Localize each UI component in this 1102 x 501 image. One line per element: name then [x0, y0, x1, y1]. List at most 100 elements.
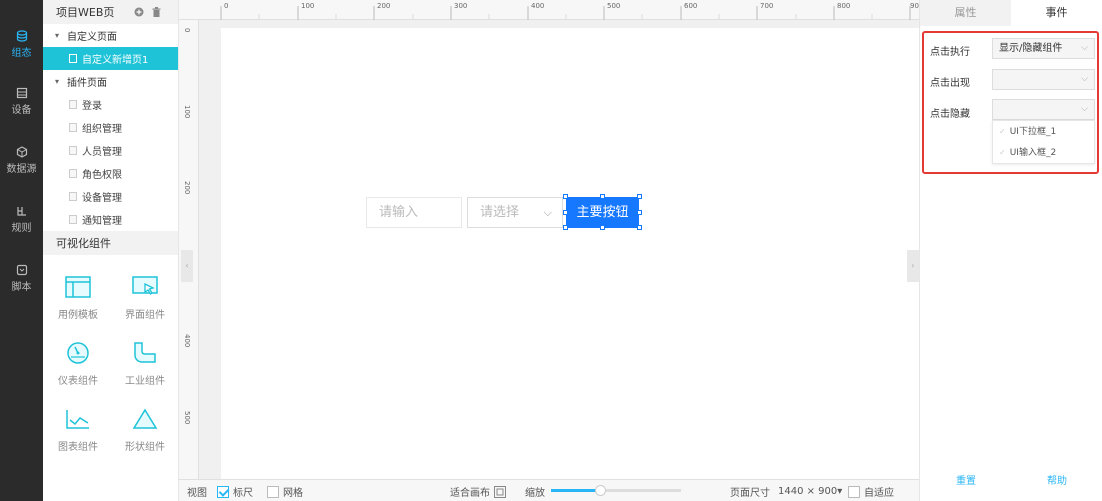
resize-handle[interactable] — [600, 194, 605, 199]
click-hide-select[interactable]: ⌵ — [992, 99, 1095, 120]
component-industrial[interactable]: 工业组件 — [111, 342, 179, 387]
template-icon — [65, 276, 91, 298]
component-label: 仪表组件 — [58, 376, 98, 387]
resize-handle[interactable] — [563, 225, 568, 230]
tree-item-label: 角色权限 — [82, 170, 122, 181]
click-show-select[interactable]: ⌵ — [992, 69, 1095, 90]
ruler-label: 500 — [607, 2, 621, 10]
ruler-checkbox[interactable] — [217, 485, 229, 498]
component-template[interactable]: 用例模板 — [44, 276, 112, 321]
reset-button[interactable]: 重置 — [956, 472, 976, 487]
page-tree-panel: 项目WEB页 ▾ 自定义页面 自定义新增页1 ▾ 插件页面 登录 组织管理 人员… — [43, 0, 179, 501]
tree-item-login[interactable]: 登录 — [43, 93, 178, 116]
zoom-label: 缩放 — [525, 488, 545, 499]
component-label: 界面组件 — [125, 310, 165, 321]
design-canvas[interactable] — [221, 28, 919, 479]
component-ui[interactable]: 界面组件 — [111, 276, 179, 321]
resize-handle[interactable] — [600, 225, 605, 230]
ruler-label: 0 — [224, 2, 229, 10]
database-icon — [16, 30, 27, 42]
grid-checkbox[interactable] — [267, 485, 279, 498]
page-size-select[interactable]: 1440 × 900▾ — [778, 486, 842, 497]
add-icon[interactable] — [134, 7, 144, 17]
ruler-ticks — [220, 6, 911, 20]
auto-fit-checkbox[interactable] — [848, 485, 860, 498]
trash-icon[interactable] — [152, 7, 161, 17]
resize-handle[interactable] — [563, 194, 568, 199]
rail-item-datasource[interactable]: 数据源 — [0, 146, 43, 186]
component-label: 形状组件 — [125, 442, 165, 453]
rail-label: 数据源 — [6, 164, 37, 175]
rail-label: 规则 — [11, 223, 32, 234]
fit-canvas-button[interactable]: 适合画布 — [450, 484, 506, 499]
click-exec-label: 点击执行 — [930, 47, 970, 58]
component-chart[interactable]: 图表组件 — [44, 408, 112, 453]
click-hide-label: 点击隐藏 — [930, 109, 970, 120]
check-icon: ✓ — [999, 148, 1006, 157]
project-title: 项目WEB页 — [56, 6, 115, 19]
rail-item-rules[interactable]: 规则 — [0, 205, 43, 245]
canvas-toolbar: 视图 标尺 网格 适合画布 缩放 页面尺寸 1440 × 900▾ 自适应 — [179, 479, 919, 501]
resize-handle[interactable] — [637, 194, 642, 199]
design-workspace: 0 100 200 300 400 500 600 700 800 90 0 1… — [179, 0, 919, 479]
canvas-primary-button[interactable]: 主要按钮 — [566, 197, 639, 228]
ruler-label: 400 — [183, 334, 191, 348]
gauge-icon — [67, 342, 89, 364]
rail-label: 组态 — [11, 48, 32, 59]
device-icon — [16, 87, 27, 99]
page-icon — [69, 100, 77, 109]
rail-item-device[interactable]: 设备 — [0, 87, 43, 127]
resize-handle[interactable] — [637, 225, 642, 230]
ruler-label: 500 — [183, 411, 191, 425]
collapse-left-icon[interactable]: ‹ — [181, 250, 193, 282]
help-link[interactable]: 帮助 — [1047, 472, 1067, 487]
zoom-slider[interactable] — [551, 485, 681, 496]
dropdown-option[interactable]: ✓ UI输入框_2 — [993, 142, 1094, 163]
click-exec-value: 显示/隐藏组件 — [999, 43, 1063, 54]
chevron-down-icon: ⌵ — [543, 206, 552, 219]
select-placeholder: 请选择 — [480, 205, 520, 220]
ruler-label: 300 — [454, 2, 468, 10]
tree-item-label: 自定义新增页1 — [82, 55, 149, 66]
ui-cursor-icon — [132, 276, 158, 295]
canvas-text-input[interactable]: 请输入 — [366, 197, 462, 228]
chevron-down-icon: ⌵ — [1081, 74, 1088, 84]
tree-group-custom[interactable]: ▾ 自定义页面 — [43, 24, 178, 47]
canvas-select[interactable]: 请选择 ⌵ — [467, 197, 563, 228]
tree-item-notify[interactable]: 通知管理 — [43, 208, 178, 231]
ruler-label: 800 — [837, 2, 851, 10]
tree-item-label: 人员管理 — [82, 147, 122, 158]
button-label: 主要按钮 — [576, 205, 629, 220]
tree-group-plugin[interactable]: ▾ 插件页面 — [43, 70, 178, 93]
resize-handle[interactable] — [563, 210, 568, 215]
component-shape[interactable]: 形状组件 — [111, 408, 179, 453]
tree-item-org[interactable]: 组织管理 — [43, 116, 178, 139]
collapse-right-icon[interactable]: › — [907, 250, 919, 282]
component-gauge[interactable]: 仪表组件 — [44, 342, 112, 387]
inspector-panel: 属性 事件 点击执行 显示/隐藏组件 ⌵ 点击出现 ⌵ 点击隐藏 ⌵ ✓ UI下拉… — [919, 0, 1102, 501]
chevron-down-icon: ⌵ — [1081, 43, 1088, 53]
rail-item-config[interactable]: 组态 — [0, 30, 43, 70]
tab-events[interactable]: 事件 — [1011, 0, 1102, 26]
tree-item-devices[interactable]: 设备管理 — [43, 185, 178, 208]
chevron-down-icon: ⌵ — [1081, 104, 1088, 114]
tree-item-roles[interactable]: 角色权限 — [43, 162, 178, 185]
fit-label: 适合画布 — [450, 488, 490, 499]
option-label: UI下拉框_1 — [1009, 127, 1057, 137]
tree-item-custom-page-1[interactable]: 自定义新增页1 — [43, 47, 178, 70]
click-exec-select[interactable]: 显示/隐藏组件 ⌵ — [992, 38, 1095, 59]
ruler-horizontal: 0 100 200 300 400 500 600 700 800 90 — [179, 0, 919, 20]
ruler-label: 0 — [183, 28, 191, 33]
ruler-label: 200 — [377, 2, 391, 10]
dropdown-option[interactable]: ✓ UI下拉框_1 — [993, 121, 1094, 142]
page-icon — [69, 146, 77, 155]
rail-label: 脚本 — [11, 282, 32, 293]
zoom-slider-knob[interactable] — [595, 485, 607, 496]
ruler-label: 标尺 — [233, 488, 253, 499]
rail-item-script[interactable]: 脚本 — [0, 264, 43, 304]
tree-item-people[interactable]: 人员管理 — [43, 139, 178, 162]
resize-handle[interactable] — [637, 210, 642, 215]
caret-down-icon: ▾ — [55, 31, 60, 40]
script-icon — [16, 264, 27, 276]
tab-properties[interactable]: 属性 — [920, 0, 1011, 26]
